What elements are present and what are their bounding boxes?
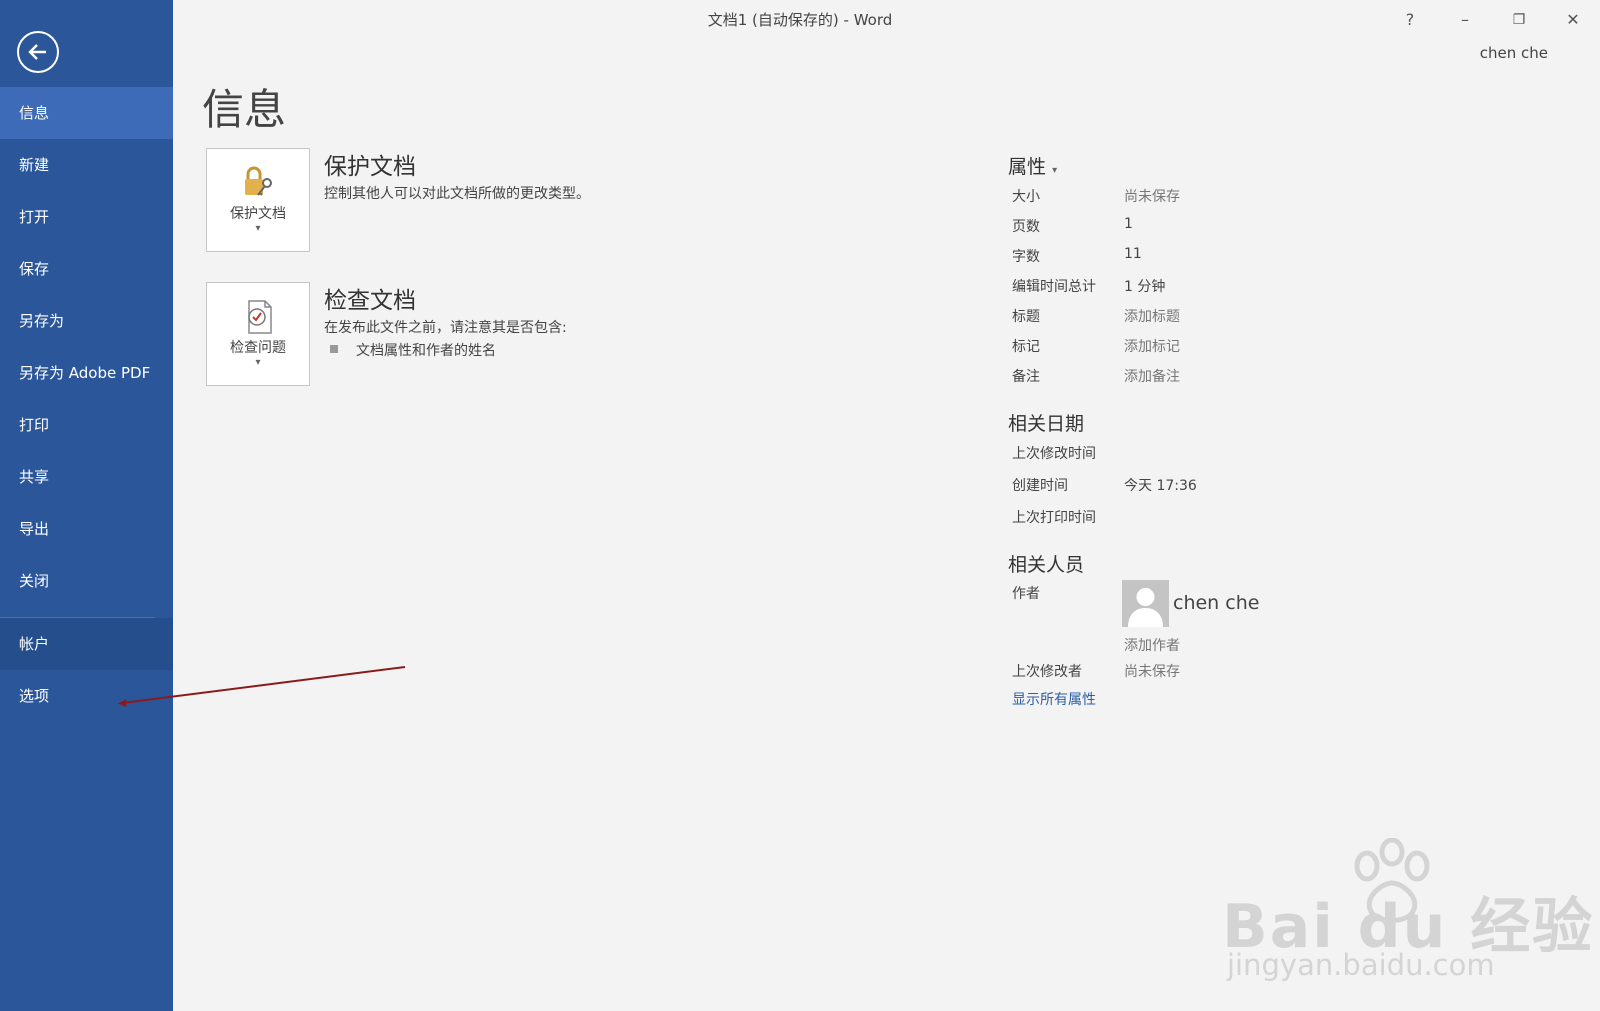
prop-label-size: 大小 (1012, 189, 1040, 205)
chevron-down-icon: ▾ (1052, 165, 1058, 176)
related-people-heading: 相关人员 (1008, 554, 1085, 576)
title-bar: 文档1 (自动保存的) - Word (173, 0, 1600, 40)
restore-button[interactable]: ❐ (1504, 8, 1534, 32)
properties-heading-label: 属性 (1008, 156, 1047, 178)
prop-value-title-input[interactable]: 添加标题 (1124, 306, 1180, 326)
date-label-created: 创建时间 (1012, 478, 1068, 494)
prop-label-comments: 备注 (1012, 369, 1040, 385)
nav-close[interactable]: 关闭 (0, 555, 173, 607)
protect-document-button[interactable]: 保护文档 ▾ (206, 148, 310, 252)
signed-in-user[interactable]: chen che (1480, 44, 1548, 62)
avatar (1122, 580, 1169, 627)
protect-description: 控制其他人可以对此文档所做的更改类型。 (324, 186, 590, 202)
person-icon (1128, 588, 1163, 627)
inspect-description: 在发布此文件之前，请注意其是否包含: (324, 320, 567, 336)
nav-open[interactable]: 打开 (0, 191, 173, 243)
close-button[interactable]: ✕ (1558, 8, 1588, 32)
prop-label-pages: 页数 (1012, 219, 1040, 235)
last-modified-by-value: 尚未保存 (1124, 664, 1180, 680)
bullet-icon (330, 345, 338, 353)
show-all-properties-link[interactable]: 显示所有属性 (1012, 689, 1096, 709)
inspect-bullet-text: 文档属性和作者的姓名 (356, 343, 496, 359)
nav-save[interactable]: 保存 (0, 243, 173, 295)
properties-heading[interactable]: 属性 ▾ (1008, 152, 1057, 179)
prop-label-tags: 标记 (1012, 339, 1040, 355)
nav-print[interactable]: 打印 (0, 399, 173, 451)
date-label-last-modified: 上次修改时间 (1012, 446, 1096, 462)
nav-share[interactable]: 共享 (0, 451, 173, 503)
prop-value-pages: 1 (1124, 216, 1133, 232)
backstage-sidebar: 信息 新建 打开 保存 另存为 另存为 Adobe PDF 打印 共享 导出 关… (0, 0, 173, 1011)
prop-value-edit-time: 1 分钟 (1124, 279, 1166, 295)
date-label-last-printed: 上次打印时间 (1012, 510, 1096, 526)
check-issues-tile-label: 检查问题 (230, 340, 286, 356)
backstage-nav: 信息 新建 打开 保存 另存为 另存为 Adobe PDF 打印 共享 导出 关… (0, 87, 173, 722)
prop-label-edit-time: 编辑时间总计 (1012, 279, 1096, 295)
window-title: 文档1 (自动保存的) - Word (707, 11, 893, 29)
baidu-url-text: jingyan.baidu.com (1227, 948, 1495, 982)
prop-value-comments-input[interactable]: 添加备注 (1124, 366, 1180, 386)
chevron-down-icon: ▾ (255, 357, 261, 368)
last-modified-by-label: 上次修改者 (1012, 664, 1082, 680)
protect-tile-label: 保护文档 (230, 206, 286, 222)
annotation-arrow (118, 666, 406, 707)
prop-label-words: 字数 (1012, 249, 1040, 265)
prop-value-words: 11 (1124, 246, 1142, 262)
add-author-input[interactable]: 添加作者 (1124, 635, 1180, 655)
nav-save-as[interactable]: 另存为 (0, 295, 173, 347)
nav-info[interactable]: 信息 (0, 87, 173, 139)
prop-value-tags-input[interactable]: 添加标记 (1124, 336, 1180, 356)
prop-label-title: 标题 (1012, 309, 1040, 325)
help-button[interactable]: ? (1395, 8, 1425, 32)
nav-new[interactable]: 新建 (0, 139, 173, 191)
page-title: 信息 (202, 85, 287, 134)
prop-value-size: 尚未保存 (1124, 189, 1180, 205)
minimize-button[interactable]: – (1450, 8, 1480, 32)
chevron-down-icon: ▾ (255, 223, 261, 234)
lock-key-icon (245, 166, 272, 196)
nav-save-as-pdf[interactable]: 另存为 Adobe PDF (0, 347, 173, 399)
inspect-document-icon (248, 300, 272, 334)
date-value-created: 今天 17:36 (1124, 478, 1197, 494)
related-dates-heading: 相关日期 (1008, 413, 1085, 435)
author-name[interactable]: chen che (1173, 592, 1259, 614)
back-arrow-icon (28, 44, 46, 60)
nav-export[interactable]: 导出 (0, 503, 173, 555)
protect-heading: 保护文档 (324, 154, 416, 180)
check-issues-button[interactable]: 检查问题 ▾ (206, 282, 310, 386)
inspect-heading: 检查文档 (324, 288, 416, 314)
author-label: 作者 (1012, 586, 1040, 602)
